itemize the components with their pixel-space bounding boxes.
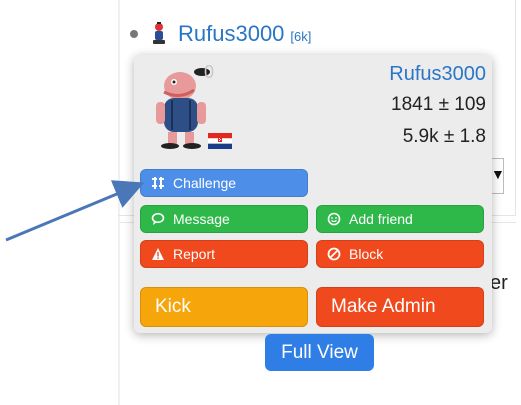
annotation-arrow	[5, 180, 145, 242]
